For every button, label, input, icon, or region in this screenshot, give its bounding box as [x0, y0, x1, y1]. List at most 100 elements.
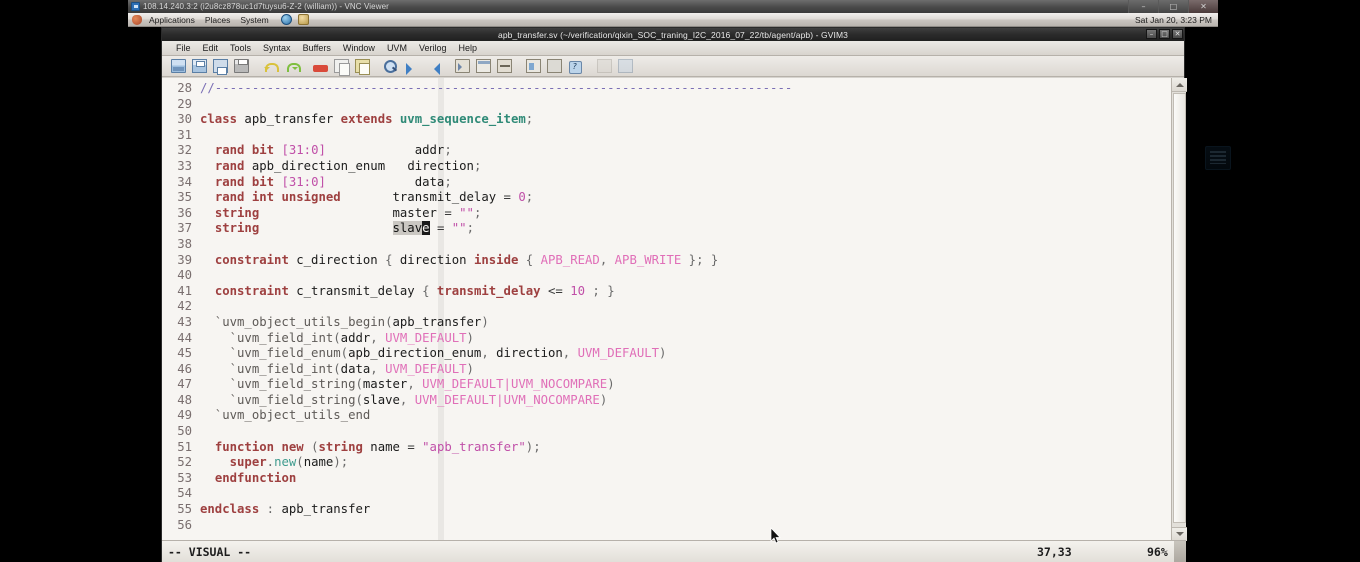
computer-icon[interactable]	[1198, 146, 1238, 188]
toolbar-redo-button[interactable]	[281, 57, 301, 76]
toolbar-save-button[interactable]	[210, 57, 230, 76]
toolbar-save-all-button[interactable]	[189, 57, 209, 76]
gutter-gap	[192, 128, 200, 144]
gutter-gap	[192, 440, 200, 456]
line-number: 44	[177, 330, 192, 345]
code-line[interactable]: 53 endfunction	[162, 471, 1171, 487]
code-line[interactable]: 37 string slave = "";	[162, 221, 1171, 237]
toolbar-cut-button[interactable]	[310, 57, 330, 76]
toolbar-find-button[interactable]	[381, 57, 401, 76]
toolbar-copy-button[interactable]	[331, 57, 351, 76]
copy-icon	[333, 59, 350, 76]
code-line[interactable]: 46 `uvm_field_int(data, UVM_DEFAULT)	[162, 362, 1171, 378]
menu-syntax[interactable]: Syntax	[257, 41, 297, 55]
code-line[interactable]: 36 string master = "";	[162, 206, 1171, 222]
code-line[interactable]: 45 `uvm_field_enum(apb_direction_enum, d…	[162, 346, 1171, 362]
code-line[interactable]: 29	[162, 97, 1171, 113]
toolbar-open-button[interactable]	[168, 57, 188, 76]
line-number: 42	[177, 299, 192, 314]
web-browser-icon[interactable]	[280, 14, 292, 25]
gvim-minimize-button[interactable]: –	[1146, 29, 1157, 39]
menu-window[interactable]: Window	[337, 41, 381, 55]
toolbar-load-session-button[interactable]	[594, 57, 614, 76]
code-token-punct: (	[340, 346, 349, 361]
toolbar-save-session-button[interactable]	[615, 57, 635, 76]
toolbar-paste-button[interactable]	[352, 57, 372, 76]
mail-client-icon[interactable]	[297, 14, 309, 25]
code-line[interactable]: 34 rand bit [31:0] data;	[162, 175, 1171, 191]
code-line[interactable]: 35 rand int unsigned transmit_delay = 0;	[162, 190, 1171, 206]
code-token-kw: inside	[473, 252, 526, 267]
code-line[interactable]: 48 `uvm_field_string(slave, UVM_DEFAULT|…	[162, 393, 1171, 409]
menu-verilog[interactable]: Verilog	[413, 41, 453, 55]
gutter-gap	[192, 377, 200, 393]
resize-grip[interactable]	[1174, 541, 1186, 562]
code-line[interactable]: 52 super.new(name);	[162, 455, 1171, 471]
code-line[interactable]: 38	[162, 237, 1171, 253]
toolbar-make-button[interactable]	[494, 57, 514, 76]
gvim-maximize-button[interactable]: □	[1159, 29, 1170, 39]
code-token-kw: constraint	[214, 283, 297, 298]
toolbar-stop-button[interactable]	[544, 57, 564, 76]
code-line[interactable]: 47 `uvm_field_string(master, UVM_DEFAULT…	[162, 377, 1171, 393]
code-line[interactable]: 32 rand bit [31:0] addr;	[162, 143, 1171, 159]
code-token-op: =	[436, 221, 452, 236]
toolbar-help-button[interactable]	[565, 57, 585, 76]
save-session-icon	[617, 59, 633, 73]
panel-clock[interactable]: Sat Jan 20, 3:23 PM	[1135, 13, 1212, 27]
code-line[interactable]: 39 constraint c_direction { direction in…	[162, 253, 1171, 269]
code-token-num: 10	[570, 283, 586, 298]
line-number: 52	[177, 455, 192, 470]
make-icon	[496, 59, 512, 73]
code-line[interactable]: 31	[162, 128, 1171, 144]
toolbar-shell-button[interactable]	[523, 57, 543, 76]
menu-edit[interactable]: Edit	[197, 41, 225, 55]
toolbar-tag-jump-button[interactable]	[452, 57, 472, 76]
panel-menu-system[interactable]: System	[235, 13, 273, 26]
menu-tools[interactable]: Tools	[224, 41, 257, 55]
code-line[interactable]: 40	[162, 268, 1171, 284]
code-token-punct: ,	[370, 361, 386, 376]
code-token-op: =	[407, 439, 423, 454]
panel-menu-applications[interactable]: Applications	[144, 13, 200, 26]
code-token-punct: )	[481, 314, 489, 329]
code-line[interactable]: 56	[162, 518, 1171, 534]
menu-uvm[interactable]: UVM	[381, 41, 413, 55]
code-line[interactable]: 43 `uvm_object_utils_begin(apb_transfer)	[162, 315, 1171, 331]
menu-file[interactable]: File	[170, 41, 197, 55]
code-line[interactable]: 33 rand apb_direction_enum direction;	[162, 159, 1171, 175]
shell-icon	[525, 59, 541, 73]
vim-text-area[interactable]: 28 //-----------------------------------…	[162, 78, 1171, 541]
toolbar-print-button[interactable]	[231, 57, 251, 76]
toolbar-find-prev-button[interactable]	[423, 57, 443, 76]
code-line[interactable]: 51 function new (string name = "apb_tran…	[162, 440, 1171, 456]
code-line[interactable]: 28 //-----------------------------------…	[162, 81, 1171, 97]
code-token-ident: transmit_delay	[340, 190, 504, 205]
code-line[interactable]: 44 `uvm_field_int(addr, UVM_DEFAULT)	[162, 331, 1171, 347]
code-line[interactable]: 50	[162, 424, 1171, 440]
scroll-down-button[interactable]	[1172, 527, 1187, 541]
vnc-close-button[interactable]: ✕	[1188, 0, 1218, 13]
line-number: 51	[177, 439, 192, 454]
vertical-scrollbar[interactable]	[1171, 78, 1187, 541]
stop-icon	[546, 59, 562, 73]
code-token-punct: {	[422, 283, 437, 298]
toolbar-find-next-button[interactable]	[402, 57, 422, 76]
code-line[interactable]: 55 endclass : apb_transfer	[162, 502, 1171, 518]
menu-buffers[interactable]: Buffers	[297, 41, 337, 55]
menu-help[interactable]: Help	[452, 41, 483, 55]
scrollbar-thumb[interactable]	[1173, 93, 1186, 523]
code-line[interactable]: 54	[162, 486, 1171, 502]
gvim-close-button[interactable]: ✕	[1172, 29, 1183, 39]
toolbar-undo-button[interactable]	[260, 57, 280, 76]
code-line[interactable]: 42	[162, 299, 1171, 315]
toolbar-split-window-button[interactable]	[473, 57, 493, 76]
vnc-minimize-button[interactable]: –	[1128, 0, 1158, 13]
code-line[interactable]: 49 `uvm_object_utils_end	[162, 408, 1171, 424]
code-token-ident: apb_direction_enum	[251, 158, 386, 173]
panel-menu-places[interactable]: Places	[200, 13, 236, 26]
scroll-up-button[interactable]	[1172, 78, 1187, 92]
code-line[interactable]: 41 constraint c_transmit_delay { transmi…	[162, 284, 1171, 300]
vnc-maximize-button[interactable]: □	[1158, 0, 1188, 13]
code-line[interactable]: 30 class apb_transfer extends uvm_sequen…	[162, 112, 1171, 128]
